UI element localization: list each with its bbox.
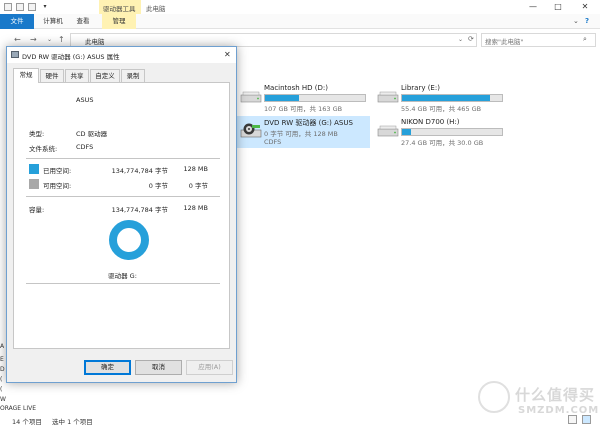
folder-icon xyxy=(4,3,12,11)
drive-tile-macintosh[interactable]: Macintosh HD (D:) 107 GB 可用，共 163 GB xyxy=(236,82,370,113)
drive-usage-fill xyxy=(265,95,299,101)
drive-usage-bar xyxy=(401,94,503,102)
address-dropdown-icon[interactable]: ⌄ xyxy=(458,36,463,43)
quick-access-dropdown-icon[interactable]: ▾ xyxy=(40,2,50,12)
drive-space-info: 0 字节 可用，共 128 MB xyxy=(264,130,338,138)
drive-name: NIKON D700 (H:) xyxy=(401,118,460,126)
drive-space-info: 27.4 GB 可用，共 30.0 GB xyxy=(401,139,484,147)
filesystem-label: 文件系统: xyxy=(29,145,58,153)
free-space-label: 可用空间: xyxy=(43,182,72,190)
tab-file[interactable]: 文件 xyxy=(0,14,34,29)
nav-pane-fragment[interactable]: D xyxy=(0,366,5,373)
help-icon[interactable]: ? xyxy=(585,17,589,25)
tab-hardware[interactable]: 硬件 xyxy=(40,69,64,82)
details-view-button[interactable] xyxy=(568,415,577,424)
search-placeholder: 搜索"此电脑" xyxy=(485,38,524,46)
ok-button[interactable]: 确定 xyxy=(84,360,131,375)
refresh-icon[interactable]: ⟳ xyxy=(468,35,474,43)
tab-sharing[interactable]: 共享 xyxy=(65,69,89,82)
dialog-close-button[interactable]: ✕ xyxy=(224,50,231,59)
context-tab-group-label: 驱动器工具 xyxy=(103,5,136,13)
watermark-subtext: SMZDM.COM xyxy=(518,405,600,416)
free-space-size: 0 字节 xyxy=(188,182,208,190)
capacity-size: 128 MB xyxy=(183,204,208,212)
nav-pane-fragment[interactable]: ORAGE LIVE xyxy=(0,405,36,412)
tab-recording[interactable]: 录制 xyxy=(121,69,145,82)
dvd-drive-icon xyxy=(240,123,262,138)
removable-drive-icon xyxy=(377,125,399,137)
divider xyxy=(26,158,220,159)
drive-name: Macintosh HD (D:) xyxy=(264,84,328,92)
tab-customize[interactable]: 自定义 xyxy=(90,69,120,82)
nav-pane-fragment[interactable]: ( xyxy=(0,376,2,383)
tab-general[interactable]: 常规 xyxy=(13,68,39,83)
free-space-swatch xyxy=(29,179,39,189)
window-title: 此电脑 xyxy=(146,5,166,13)
tiles-view-button[interactable] xyxy=(582,415,591,424)
disk-usage-donut xyxy=(109,220,149,260)
donut-caption: 驱动器 G: xyxy=(108,272,137,280)
forward-icon[interactable]: → xyxy=(30,35,37,44)
drive-usage-fill xyxy=(402,95,490,101)
search-icon[interactable]: ⌕ xyxy=(583,35,587,44)
drive-tile-library[interactable]: Library (E:) 55.4 GB 可用，共 465 GB xyxy=(373,82,507,113)
maximize-button[interactable]: □ xyxy=(553,2,563,12)
up-icon[interactable]: ↑ xyxy=(58,35,65,44)
minimize-button[interactable]: — xyxy=(528,2,538,12)
used-space-size: 128 MB xyxy=(183,165,208,173)
tab-view[interactable]: 查看 xyxy=(72,14,94,29)
back-icon[interactable]: ← xyxy=(14,35,21,44)
general-tab-panel: ASUS 类型: CD 驱动器 文件系统: CDFS 已用空间: 134,774… xyxy=(13,82,230,349)
drive-usage-fill xyxy=(402,129,411,135)
capacity-bytes: 134,774,784 字节 xyxy=(111,206,168,214)
nav-pane-fragment[interactable]: A xyxy=(0,343,4,350)
ribbon-expand-icon[interactable]: ⌄ xyxy=(573,17,579,25)
type-label: 类型: xyxy=(29,130,45,138)
drive-filesystem: CDFS xyxy=(264,138,282,146)
drive-tile-nikon[interactable]: NIKON D700 (H:) 27.4 GB 可用，共 30.0 GB xyxy=(373,116,507,147)
used-space-swatch xyxy=(29,164,39,174)
watermark-text: 什么值得买 xyxy=(515,386,596,404)
dialog-title: DVD RW 驱动器 (G:) ASUS 属性 xyxy=(22,53,120,61)
capacity-label: 容量: xyxy=(29,206,45,214)
tab-manage[interactable]: 管理 xyxy=(102,14,136,29)
recent-dropdown-icon[interactable]: ⌄ xyxy=(47,36,52,43)
drive-usage-bar xyxy=(264,94,366,102)
nav-pane-fragment[interactable]: E xyxy=(0,356,4,363)
address-input[interactable] xyxy=(70,33,477,47)
apply-button[interactable]: 应用(A) xyxy=(186,360,233,375)
nav-pane-fragment[interactable]: W xyxy=(0,396,6,403)
filesystem-value: CDFS xyxy=(76,143,94,151)
hard-drive-icon xyxy=(240,91,262,103)
type-value: CD 驱动器 xyxy=(76,130,108,138)
properties-quick-access-icon[interactable] xyxy=(16,3,24,11)
drive-name: DVD RW 驱动器 (G:) ASUS xyxy=(264,119,353,127)
used-space-bytes: 134,774,784 字节 xyxy=(111,167,168,175)
cancel-button[interactable]: 取消 xyxy=(135,360,182,375)
explorer-title-bar: ▾ 驱动器工具 此电脑 — □ ✕ xyxy=(0,0,600,14)
close-button[interactable]: ✕ xyxy=(580,2,590,12)
drive-space-info: 55.4 GB 可用，共 465 GB xyxy=(401,105,482,113)
drive-label-text: ASUS xyxy=(76,96,94,104)
properties-dialog: DVD RW 驱动器 (G:) ASUS 属性 ✕ 常规 硬件 共享 自定义 录… xyxy=(6,46,237,383)
dialog-title-bar[interactable]: DVD RW 驱动器 (G:) ASUS 属性 ✕ xyxy=(7,47,236,63)
drive-name: Library (E:) xyxy=(401,84,440,92)
nav-pane-fragment[interactable]: ( xyxy=(0,386,2,393)
drive-space-info: 107 GB 可用，共 163 GB xyxy=(264,105,343,113)
drive-tile-dvd[interactable]: DVD RW 驱动器 (G:) ASUS 0 字节 可用，共 128 MB CD… xyxy=(236,116,370,148)
ribbon-tab-bar: 文件 计算机 查看 管理 ⌄ ? xyxy=(0,14,600,29)
new-folder-quick-access-icon[interactable] xyxy=(28,3,36,11)
divider xyxy=(26,196,220,197)
divider xyxy=(26,283,220,284)
watermark-logo xyxy=(478,381,510,413)
status-selection-count: 选中 1 个项目 xyxy=(52,418,93,426)
free-space-bytes: 0 字节 xyxy=(148,182,168,190)
drive-usage-bar xyxy=(401,128,503,136)
used-space-label: 已用空间: xyxy=(43,167,72,175)
hard-drive-icon xyxy=(377,91,399,103)
address-text: 此电脑 xyxy=(85,38,105,46)
tab-computer[interactable]: 计算机 xyxy=(40,14,66,29)
dvd-drive-icon xyxy=(11,51,19,58)
status-item-count: 14 个项目 xyxy=(12,418,42,426)
